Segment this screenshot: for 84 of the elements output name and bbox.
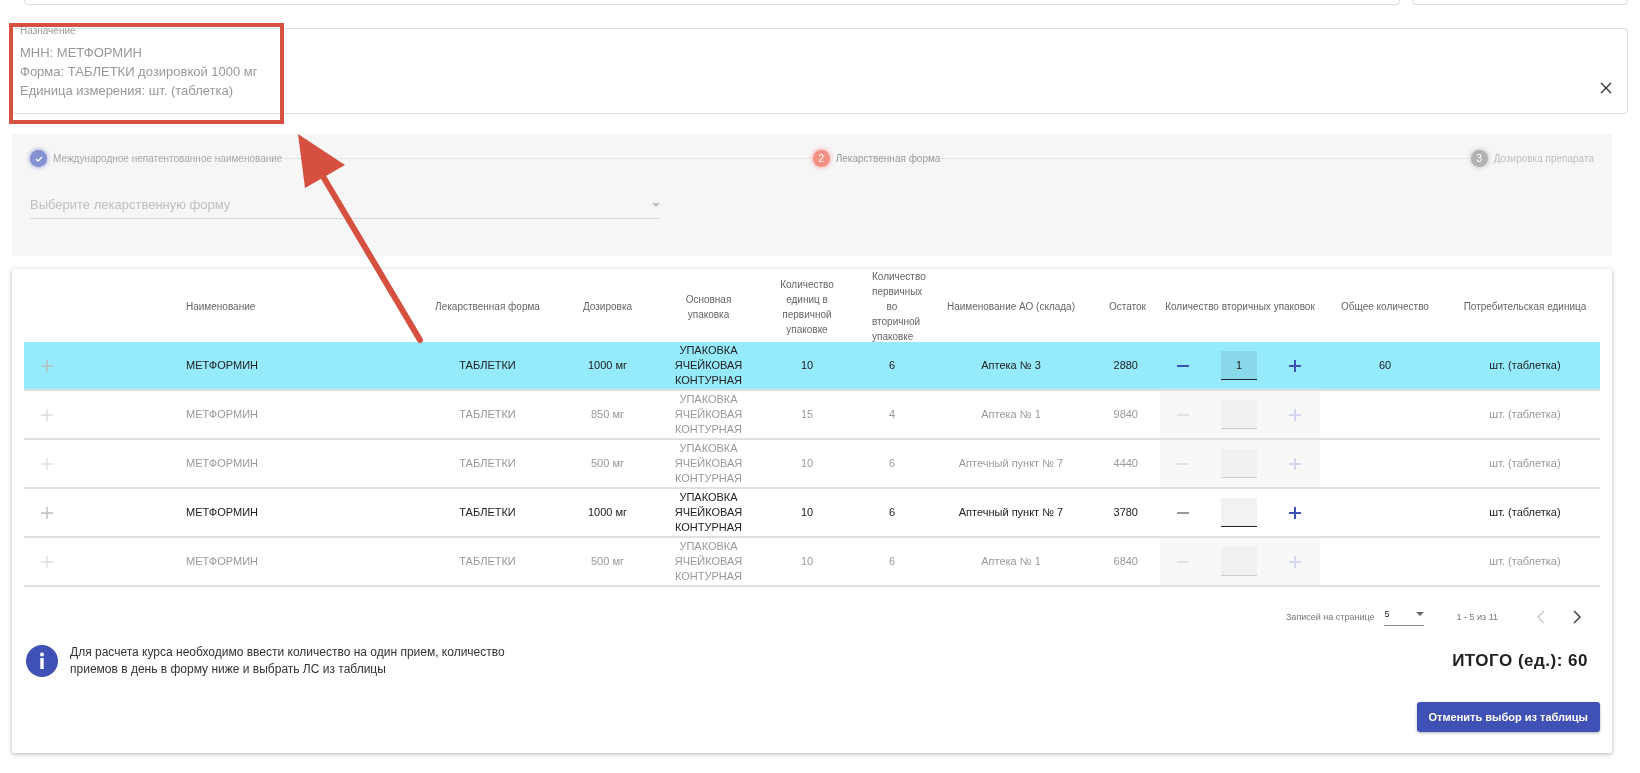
table-cell-text: ТАБЛЕТКИ	[458, 505, 517, 520]
column-header: Лекарственная форма	[434, 300, 541, 314]
prescription-line: МНН: МЕТФОРМИН	[20, 45, 143, 60]
table-cell-text: УПАКОВКА ЯЧЕЙКОВАЯ КОНТУРНАЯ	[673, 539, 744, 584]
table-cell-text: 10	[799, 505, 815, 520]
step-label[interactable]: Международное непатентованное наименование	[53, 153, 283, 164]
quantity-field[interactable]: 1	[1221, 351, 1257, 380]
prescription-line: Форма: ТАБЛЕТКИ дозировкой 1000 мг	[20, 64, 259, 79]
table-cell-text: УПАКОВКА ЯЧЕЙКОВАЯ КОНТУРНАЯ	[673, 392, 744, 437]
plus-icon[interactable]	[1288, 358, 1302, 373]
table-cell-text: 15	[799, 407, 815, 422]
column-header: Остаток	[1108, 300, 1147, 314]
table-cell-text: Аптека № 3	[980, 358, 1042, 373]
table-cell-text: 6	[887, 554, 897, 569]
rows-per-page-select[interactable]: 5	[1384, 607, 1425, 626]
column-header: Количество единиц в первичной упаковке	[779, 277, 835, 337]
table-cell-text: МЕТФОРМИН	[185, 407, 259, 422]
table-cell-text: шт. (таблетка)	[1488, 358, 1562, 373]
table-cell-text: Аптека № 1	[980, 554, 1042, 569]
table-cell-text: 850 мг	[590, 407, 625, 422]
chevron-right-icon[interactable]	[1572, 609, 1582, 624]
table-cell-text: шт. (таблетка)	[1488, 407, 1562, 422]
table-cell-text: 6	[887, 456, 897, 471]
table-cell-text: 3780	[1112, 505, 1139, 520]
input-field[interactable]	[1412, 0, 1628, 5]
table-cell-text: Аптечный пункт № 7	[957, 456, 1065, 471]
table-cell-text: 10	[799, 358, 815, 373]
field-label: Назначение	[20, 25, 76, 36]
input-field[interactable]	[24, 0, 1400, 5]
rows-per-page-label: Записей на странице	[1285, 611, 1375, 622]
table-cell-text: 4	[887, 407, 897, 422]
table-cell-text: 10	[799, 456, 815, 471]
table-cell-text: 1000 мг	[586, 358, 629, 373]
prescription-line: Единица измерения: шт. (таблетка)	[20, 83, 235, 98]
caret-icon[interactable]	[1416, 612, 1425, 616]
column-header: Дозировка	[581, 300, 634, 314]
table-cell-text: 500 мг	[590, 456, 625, 471]
column-header: Наименование АО (склада)	[945, 300, 1076, 314]
table-cell-text: МЕТФОРМИН	[185, 456, 259, 471]
step-number: 2	[812, 150, 830, 167]
chevron-left-icon[interactable]	[1536, 609, 1546, 624]
table-cell-text: шт. (таблетка)	[1488, 505, 1562, 520]
info-text: Для расчета курса необходимо ввести количество на один прием, количество приемов в день в форму ниже и выбрать ЛС из таблицы	[70, 644, 506, 678]
total-text: ИТОГО (ед.): 60	[1452, 651, 1589, 671]
quantity-field[interactable]	[1221, 498, 1257, 527]
column-header: Потребительская единица	[1462, 300, 1588, 314]
column-header: Количество вторичных упаковок	[1164, 300, 1316, 314]
step-label[interactable]: Лекарственная форма	[835, 153, 941, 164]
table-cell-text: УПАКОВКА ЯЧЕЙКОВАЯ КОНТУРНАЯ	[673, 441, 744, 486]
column-header: Основная упаковка	[684, 292, 733, 322]
table-cell-text: 2880	[1112, 358, 1139, 373]
column-header: Наименование	[185, 300, 257, 314]
table-cell-text: ТАБЛЕТКИ	[458, 358, 517, 373]
table-cell-text: шт. (таблетка)	[1488, 456, 1562, 471]
table-cell-text: 4440	[1112, 456, 1139, 471]
column-header: Количество первичных во вторичной упаковке	[871, 270, 927, 344]
table-cell-text: 60	[1377, 358, 1393, 373]
table-cell-text: 1000 мг	[586, 505, 629, 520]
table-cell-text: УПАКОВКА ЯЧЕЙКОВАЯ КОНТУРНАЯ	[673, 343, 744, 388]
table-cell-text: Аптечный пункт № 7	[957, 505, 1065, 520]
info-icon	[26, 645, 58, 677]
column-header: Общее количество	[1340, 300, 1430, 314]
table-cell-text: ТАБЛЕТКИ	[458, 407, 517, 422]
table-row[interactable]: МЕТФОРМИН ТАБЛЕТКИ 1000 мг УПАКОВКА ЯЧЕЙКОВАЯ КОНТУРНАЯ 10 6 Аптека № 3 2880 1 60 шт. (таблетка)	[24, 342, 1600, 391]
table-cell-text: МЕТФОРМИН	[185, 505, 259, 520]
step-number: 3	[1470, 150, 1488, 167]
table-cell-text: Аптека № 1	[980, 407, 1042, 422]
table-cell-text: 500 мг	[590, 554, 625, 569]
table-cell-text: МЕТФОРМИН	[185, 358, 259, 373]
page-range: 1 - 5 из 11	[1456, 611, 1498, 622]
close-icon[interactable]	[1599, 81, 1613, 95]
plus-icon[interactable]	[1288, 505, 1302, 520]
table-cell-text: ТАБЛЕТКИ	[458, 554, 517, 569]
table-cell-text: 6	[887, 505, 897, 520]
table-row[interactable]: МЕТФОРМИН ТАБЛЕТКИ 1000 мг УПАКОВКА ЯЧЕЙКОВАЯ КОНТУРНАЯ 10 6 Аптечный пункт № 7 3780 шт. (таблетка)	[24, 489, 1600, 538]
table-cell-text: 10	[799, 554, 815, 569]
cancel-selection-button[interactable]: Отменить выбор из таблицы	[1416, 702, 1600, 732]
table-cell-text: шт. (таблетка)	[1488, 554, 1562, 569]
table-cell-text: ТАБЛЕТКИ	[458, 456, 517, 471]
table-cell-text: 6	[887, 358, 897, 373]
table-cell-text: МЕТФОРМИН	[185, 554, 259, 569]
table-cell-text: 6840	[1112, 554, 1139, 569]
table-cell-text: УПАКОВКА ЯЧЕЙКОВАЯ КОНТУРНАЯ	[673, 490, 744, 535]
table-cell-text: 9840	[1112, 407, 1139, 422]
